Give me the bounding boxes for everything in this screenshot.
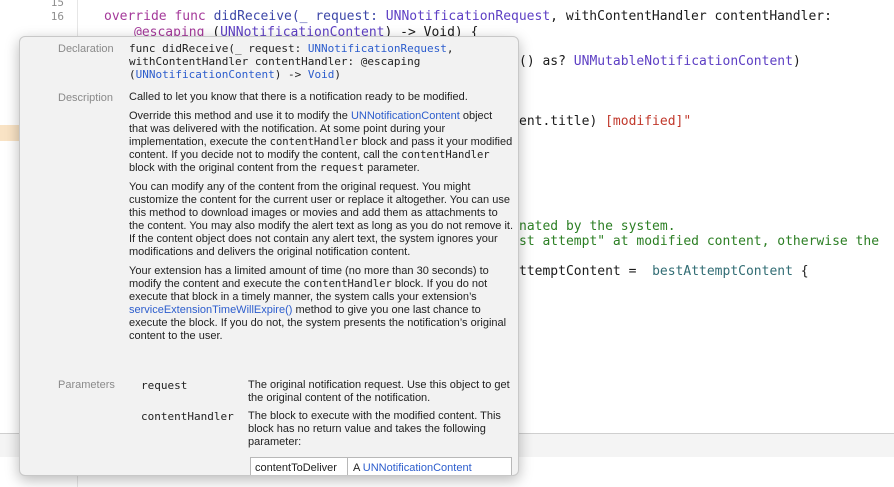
inline-code: contentHandler bbox=[303, 278, 392, 290]
subparameter-table: contentToDeliver A UNNotificationContent bbox=[250, 457, 512, 475]
text: parameter. bbox=[364, 162, 420, 174]
parameters-label: Parameters bbox=[58, 379, 115, 391]
comment-line-2[interactable]: st attempt" at modified content, otherwi… bbox=[519, 234, 879, 250]
subparam-desc: A UNNotificationContent bbox=[349, 458, 509, 475]
string-literal: [modified]" bbox=[605, 114, 692, 129]
decl-text: ( bbox=[129, 68, 136, 81]
method-link[interactable]: serviceExtensionTimeWillExpire() bbox=[129, 304, 292, 316]
description-paragraph: Override this method and use it to modif… bbox=[129, 110, 513, 175]
decl-text: , bbox=[446, 42, 454, 55]
line-number-15: 15 bbox=[50, 0, 64, 9]
decl-text: ) bbox=[334, 68, 341, 81]
code-text: ent.title) bbox=[519, 114, 606, 129]
inline-code: request bbox=[319, 162, 365, 174]
code-text: { bbox=[792, 264, 809, 279]
code-text: , withContentHandler contentHandler: bbox=[550, 9, 832, 24]
description-paragraph: Your extension has a limited amount of t… bbox=[129, 265, 513, 343]
text: A bbox=[353, 462, 363, 474]
comment-line-1[interactable]: nated by the system. bbox=[519, 219, 676, 235]
type-link[interactable]: Void bbox=[308, 68, 335, 81]
param-name-contenthandler: contentHandler bbox=[141, 410, 234, 423]
description-paragraph: You can modify any of the content from t… bbox=[129, 181, 514, 258]
decl-text: func didReceive(_ request: bbox=[129, 42, 308, 55]
inline-code: contentHandler bbox=[269, 136, 359, 148]
type-name: UNNotificationRequest bbox=[385, 9, 551, 24]
code-fragment-b[interactable]: ent.title) [modified]" bbox=[519, 114, 691, 130]
type-link[interactable]: UNNotificationContent bbox=[363, 462, 472, 474]
quick-help-popover[interactable]: Declaration func didReceive(_ request: U… bbox=[19, 36, 519, 476]
type-link[interactable]: UNNotificationRequest bbox=[308, 42, 447, 55]
declaration-code: func didReceive(_ request: UNNotificatio… bbox=[129, 42, 509, 81]
code-line-16[interactable]: override func didReceive(_ request: UNNo… bbox=[104, 9, 832, 25]
keyword-override: override bbox=[104, 9, 167, 24]
subparam-name: contentToDeliver bbox=[251, 458, 348, 475]
line-number-16: 16 bbox=[50, 10, 64, 23]
code-fragment-a[interactable]: () as? UNMutableNotificationContent) bbox=[519, 54, 801, 70]
param-name-request: request bbox=[141, 379, 188, 392]
text: Override this method and use it to modif… bbox=[129, 110, 351, 122]
code-text: ttemptContent = bbox=[519, 264, 653, 279]
identifier: bestAttemptContent bbox=[652, 264, 793, 279]
type-link[interactable]: UNNotificationContent bbox=[136, 68, 275, 81]
type-link[interactable]: UNNotificationContent bbox=[351, 110, 460, 122]
decl-text: withContentHandler contentHandler: @esca… bbox=[129, 55, 421, 68]
code-text: ) bbox=[792, 54, 801, 69]
description-paragraph: Called to let you know that there is a n… bbox=[129, 91, 468, 103]
description-label: Description bbox=[58, 92, 114, 104]
function-name: didReceive(_ request: bbox=[213, 9, 378, 24]
text: block with the original content from the bbox=[129, 162, 320, 174]
param-desc-request: The original notification request. Use t… bbox=[248, 379, 510, 404]
param-desc-contenthandler: The block to execute with the modified c… bbox=[248, 410, 501, 448]
inline-code: contentHandler bbox=[401, 149, 490, 161]
declaration-label: Declaration bbox=[58, 43, 114, 55]
decl-text: ) -> bbox=[274, 68, 308, 81]
keyword-func: func bbox=[174, 9, 206, 24]
code-text: () as? bbox=[519, 54, 574, 69]
code-fragment-e[interactable]: ttemptContent = bestAttemptContent { bbox=[519, 264, 809, 280]
type-name: UNMutableNotificationContent bbox=[573, 54, 793, 69]
description-text: Called to let you know that there is a n… bbox=[129, 91, 513, 349]
